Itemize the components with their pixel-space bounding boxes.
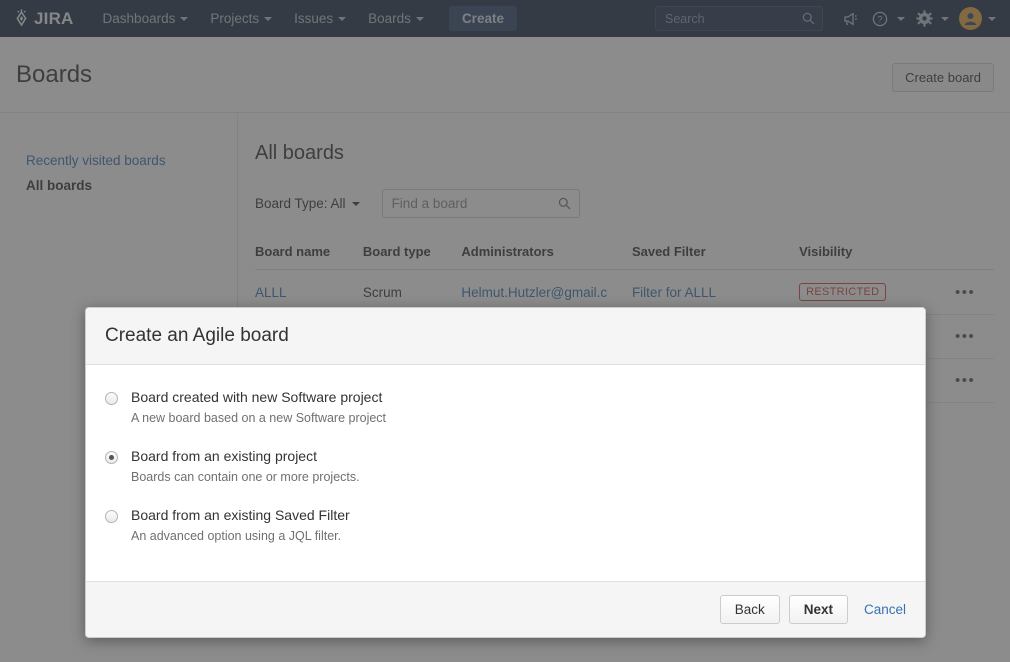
- radio-existing-saved-filter[interactable]: [105, 510, 118, 523]
- option-existing-saved-filter[interactable]: Board from an existing Saved Filter An a…: [105, 507, 906, 543]
- option-label[interactable]: Board from an existing Saved Filter: [131, 507, 350, 523]
- option-existing-project[interactable]: Board from an existing project Boards ca…: [105, 448, 906, 484]
- option-description: An advanced option using a JQL filter.: [131, 529, 342, 543]
- radio-existing-project[interactable]: [105, 451, 118, 464]
- dialog-body: Board created with new Software project …: [86, 365, 925, 581]
- option-description: A new board based on a new Software proj…: [131, 411, 387, 425]
- radio-new-software-project[interactable]: [105, 392, 118, 405]
- option-label[interactable]: Board from an existing project: [131, 448, 317, 464]
- create-agile-board-dialog: Create an Agile board Board created with…: [85, 307, 926, 638]
- next-button[interactable]: Next: [788, 595, 848, 624]
- dialog-header: Create an Agile board: [86, 308, 925, 365]
- option-label[interactable]: Board created with new Software project: [131, 389, 382, 405]
- cancel-link[interactable]: Cancel: [864, 602, 906, 617]
- option-new-software-project[interactable]: Board created with new Software project …: [105, 389, 906, 425]
- dialog-title: Create an Agile board: [105, 325, 289, 346]
- dialog-footer: Back Next Cancel: [86, 581, 925, 637]
- back-button[interactable]: Back: [719, 595, 780, 624]
- option-description: Boards can contain one or more projects.: [131, 470, 360, 484]
